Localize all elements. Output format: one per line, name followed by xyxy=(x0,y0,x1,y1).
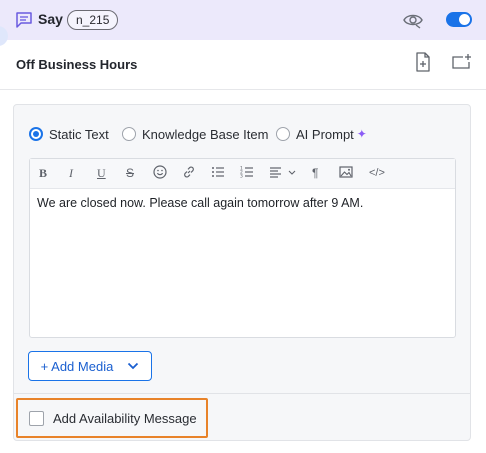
add-panel-icon[interactable] xyxy=(450,53,472,71)
editor-content[interactable]: We are closed now. Please call again tom… xyxy=(37,196,363,210)
radio-indicator xyxy=(122,127,136,141)
header-divider xyxy=(0,89,486,90)
radio-static-text[interactable]: Static Text xyxy=(29,125,109,143)
emoji-icon[interactable] xyxy=(153,165,167,179)
underline-button[interactable]: U xyxy=(97,165,106,181)
sparkle-icon: ✦ xyxy=(356,127,367,141)
strikethrough-button[interactable]: S xyxy=(126,165,134,181)
message-icon xyxy=(16,12,32,28)
image-icon[interactable] xyxy=(339,165,353,179)
chevron-down-icon xyxy=(128,362,139,370)
toggle-knob xyxy=(459,14,470,25)
radio-label: AI Prompt xyxy=(296,126,354,142)
paragraph-button[interactable]: ¶ xyxy=(312,165,318,181)
bold-button[interactable]: B xyxy=(39,165,47,181)
card-divider xyxy=(14,393,470,394)
node-id-badge: n_215 xyxy=(67,10,119,30)
svg-text:3: 3 xyxy=(240,174,243,180)
node-title: Off Business Hours xyxy=(16,57,138,72)
availability-label: Add Availability Message xyxy=(53,410,197,426)
checkbox-box xyxy=(29,410,44,426)
add-media-label: + Add Media xyxy=(40,358,114,374)
radio-ai-prompt[interactable]: AI Prompt ✦ xyxy=(276,125,367,143)
radio-knowledge-base-item[interactable]: Knowledge Base Item xyxy=(122,125,268,143)
italic-button[interactable]: I xyxy=(69,165,73,181)
node-type-title: Say xyxy=(38,11,63,27)
radio-selected-indicator xyxy=(29,127,43,141)
link-icon[interactable] xyxy=(182,165,196,179)
radio-label: Static Text xyxy=(49,126,109,142)
radio-indicator xyxy=(276,127,290,141)
add-media-button[interactable]: + Add Media xyxy=(28,351,152,381)
node-enable-toggle[interactable] xyxy=(446,12,472,27)
align-dropdown-icon[interactable] xyxy=(269,165,297,179)
radio-label: Knowledge Base Item xyxy=(142,126,269,142)
availability-checkbox[interactable]: Add Availability Message xyxy=(29,409,197,427)
numbered-list-icon[interactable]: 1 2 3 xyxy=(240,165,254,179)
add-file-icon[interactable] xyxy=(414,52,432,72)
code-button[interactable]: </> xyxy=(369,165,385,181)
visibility-icon[interactable] xyxy=(403,11,423,29)
bullet-list-icon[interactable] xyxy=(211,165,225,179)
